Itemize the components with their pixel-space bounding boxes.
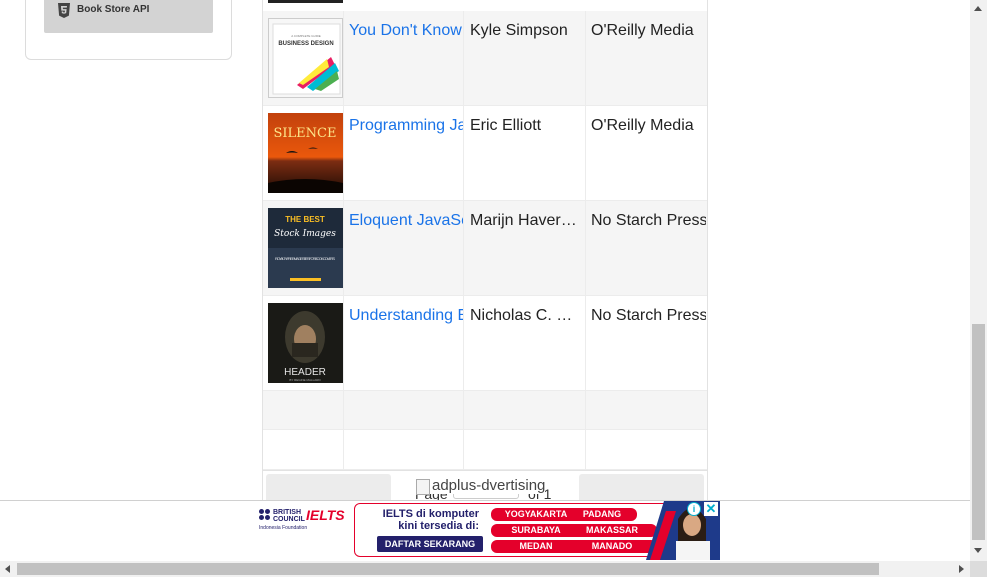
brand-name: BRITISH COUNCIL <box>273 509 305 523</box>
sidebar-item-book-store-api[interactable]: Book Store API <box>44 0 213 33</box>
book-cover-image: THE BEST Stock Images ROYALTY-FREE IMAGE… <box>268 208 343 288</box>
book-title-link[interactable]: Programming JavaScript Applications <box>349 117 463 135</box>
horizontal-scrollbar[interactable] <box>0 561 970 577</box>
book-author: Kyle Simpson <box>470 22 568 39</box>
ielts-logo-text: IELTS <box>306 507 345 523</box>
horizontal-scrollbar-thumb[interactable] <box>17 563 879 575</box>
broken-image-icon <box>416 479 430 495</box>
brand-subtitle: Indonesia Foundation <box>259 525 308 531</box>
html5-icon <box>58 3 70 18</box>
cover-title-text: SILENCE <box>274 126 337 141</box>
scroll-down-icon[interactable] <box>974 548 982 553</box>
book-publisher: O'Reilly Media <box>591 117 694 134</box>
sidebar-item-label: Book Store API <box>77 4 150 15</box>
ad-info-icon[interactable]: i <box>687 502 701 516</box>
table-row: BUSINESS DESIGN A COMPLETE GUIDE You Don… <box>263 11 707 106</box>
register-now-button[interactable]: DAFTAR SEKARANG <box>377 536 483 552</box>
book-publisher: No Starch Press <box>591 307 706 324</box>
ad-bar: BRITISH COUNCIL IELTS Indonesia Foundati… <box>0 500 970 560</box>
city-badge: PADANG <box>567 508 637 521</box>
ad-close-icon[interactable]: ✕ <box>704 502 718 516</box>
book-cover-image: HEADER BY REGINE MALLARD <box>268 303 343 383</box>
table-row: THE BEST Stock Images ROYALTY-FREE IMAGE… <box>263 201 707 296</box>
ad-content-box: IELTS di komputer kini tersedia di: DAFT… <box>354 503 684 557</box>
cover-title-text: BUSINESS DESIGN <box>278 41 333 47</box>
svg-text:BY REGINE MALLARD: BY REGINE MALLARD <box>289 378 321 382</box>
book-title-link[interactable]: You Don't Know JS <box>349 22 463 40</box>
books-table: BUSINESS DESIGN A COMPLETE GUIDE You Don… <box>262 0 708 470</box>
table-row: SILENCE Programming JavaScript Applicati… <box>263 106 707 201</box>
svg-text:ROYALTY-FREE IMAGE SITES FOR B: ROYALTY-FREE IMAGE SITES FOR BOOK COVERS <box>275 256 335 261</box>
sidebar-card: Book Store API <box>25 0 232 60</box>
previous-cover-edge <box>268 0 343 3</box>
city-badge: MAKASSAR <box>567 524 657 537</box>
table-row-empty <box>263 430 707 470</box>
scrollbar-corner <box>970 561 987 577</box>
vertical-scrollbar[interactable] <box>970 0 987 561</box>
ad-banner[interactable]: BRITISH COUNCIL IELTS Indonesia Foundati… <box>251 501 720 560</box>
scroll-right-icon[interactable] <box>959 565 964 573</box>
book-cover-image: BUSINESS DESIGN A COMPLETE GUIDE <box>268 18 343 98</box>
vertical-scrollbar-thumb[interactable] <box>972 324 985 540</box>
scroll-left-icon[interactable] <box>5 565 10 573</box>
cover-title-text: HEADER <box>284 367 326 378</box>
book-author: Eric Elliott <box>470 117 542 134</box>
broken-ad-image: adplus-dvertising <box>416 477 546 495</box>
svg-text:A COMPLETE GUIDE: A COMPLETE GUIDE <box>291 34 321 38</box>
cover-title-text: THE BEST <box>285 215 325 224</box>
book-author: Marijn Haverbeke <box>470 212 580 229</box>
book-author: Nicholas C. Zakas <box>470 307 580 324</box>
svg-text:Stock Images: Stock Images <box>274 229 336 239</box>
table-row-empty <box>263 391 707 430</box>
book-publisher: No Starch Press <box>591 212 706 229</box>
book-title-link[interactable]: Understanding ECMAScript 6 <box>349 307 463 325</box>
scroll-up-icon[interactable] <box>974 6 982 11</box>
city-badge: MANADO <box>567 540 657 553</box>
ad-headline: IELTS di komputer kini tersedia di: <box>382 508 479 532</box>
book-cover-image: SILENCE <box>268 113 343 193</box>
page: Book Store API BUSINESS DESIGN A COMPLET… <box>0 0 987 577</box>
book-publisher: O'Reilly Media <box>591 22 694 39</box>
table-row: HEADER BY REGINE MALLARD Understanding E… <box>263 296 707 391</box>
book-title-link[interactable]: Eloquent JavaScript, Second Edition <box>349 212 463 230</box>
